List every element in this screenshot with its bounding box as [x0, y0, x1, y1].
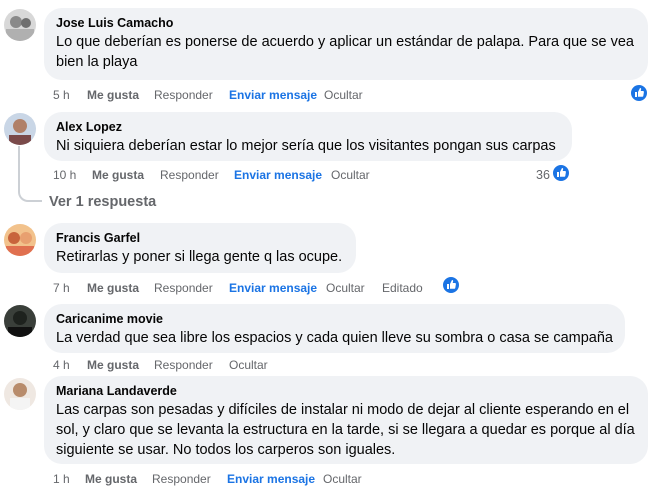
comment-text: Retirarlas y poner si llega gente q las …: [56, 249, 343, 265]
avatar[interactable]: [4, 378, 36, 410]
comment-bubble: Mariana Landaverde Las carpas son pesada…: [44, 376, 648, 464]
edited-label: Editado: [382, 281, 423, 295]
hide-button[interactable]: Ocultar: [229, 357, 268, 373]
like-button[interactable]: Me gusta: [85, 471, 137, 487]
comment-time[interactable]: 5 h: [53, 87, 70, 103]
comment-time[interactable]: 1 h: [53, 471, 70, 487]
comment-time[interactable]: 4 h: [53, 357, 70, 373]
like-badge-icon[interactable]: [442, 276, 460, 294]
comment-author[interactable]: Caricanime movie: [56, 311, 613, 327]
avatar[interactable]: [4, 113, 36, 145]
comment-text: Ni siquiera deberían estar lo mejor serí…: [56, 138, 556, 154]
reply-button[interactable]: Responder: [154, 87, 213, 103]
comment-text: Lo que deberían es ponerse de acuerdo y …: [56, 34, 634, 70]
comment-time[interactable]: 7 h: [53, 280, 70, 296]
like-button[interactable]: Me gusta: [87, 357, 139, 373]
reply-button[interactable]: Responder: [154, 357, 213, 373]
reply-button[interactable]: Responder: [154, 280, 213, 296]
comment-bubble: Francis Garfel Retirarlas y poner si lle…: [44, 223, 356, 273]
view-replies-link[interactable]: Ver 1 respuesta: [49, 193, 156, 211]
comment-bubble: Alex Lopez Ni siquiera deberían estar lo…: [44, 112, 572, 161]
comment-author[interactable]: Jose Luis Camacho: [56, 15, 636, 31]
send-message-button[interactable]: Enviar mensaje: [227, 471, 315, 487]
like-button[interactable]: Me gusta: [92, 167, 144, 183]
like-button[interactable]: Me gusta: [87, 87, 139, 103]
avatar[interactable]: [4, 224, 36, 256]
like-badge-icon[interactable]: [552, 164, 570, 182]
send-message-button[interactable]: Enviar mensaje: [229, 280, 317, 296]
reply-button[interactable]: Responder: [160, 167, 219, 183]
send-message-button[interactable]: Enviar mensaje: [229, 87, 317, 103]
avatar[interactable]: [4, 305, 36, 337]
send-message-button[interactable]: Enviar mensaje: [234, 167, 322, 183]
avatar[interactable]: [4, 9, 36, 41]
hide-button[interactable]: Ocultar: [331, 167, 370, 183]
reply-button[interactable]: Responder: [152, 471, 211, 487]
like-badge-icon[interactable]: [630, 84, 648, 102]
comment-text: Las carpas son pesadas y difíciles de in…: [56, 402, 635, 458]
comment-bubble: Caricanime movie La verdad que sea libre…: [44, 304, 625, 353]
comment-author[interactable]: Francis Garfel: [56, 230, 344, 246]
comment-bubble: Jose Luis Camacho Lo que deberían es pon…: [44, 8, 648, 80]
like-button[interactable]: Me gusta: [87, 280, 139, 296]
hide-button[interactable]: Ocultar: [324, 87, 363, 103]
thread-connector: [18, 146, 42, 202]
comment-time[interactable]: 10 h: [53, 167, 76, 183]
hide-button[interactable]: Ocultar: [326, 280, 365, 296]
comment-text: La verdad que sea libre los espacios y c…: [56, 330, 613, 346]
hide-button[interactable]: Ocultar: [323, 471, 362, 487]
reaction-count[interactable]: 36: [536, 167, 550, 183]
comment-author[interactable]: Alex Lopez: [56, 119, 560, 135]
comment-author[interactable]: Mariana Landaverde: [56, 383, 636, 399]
